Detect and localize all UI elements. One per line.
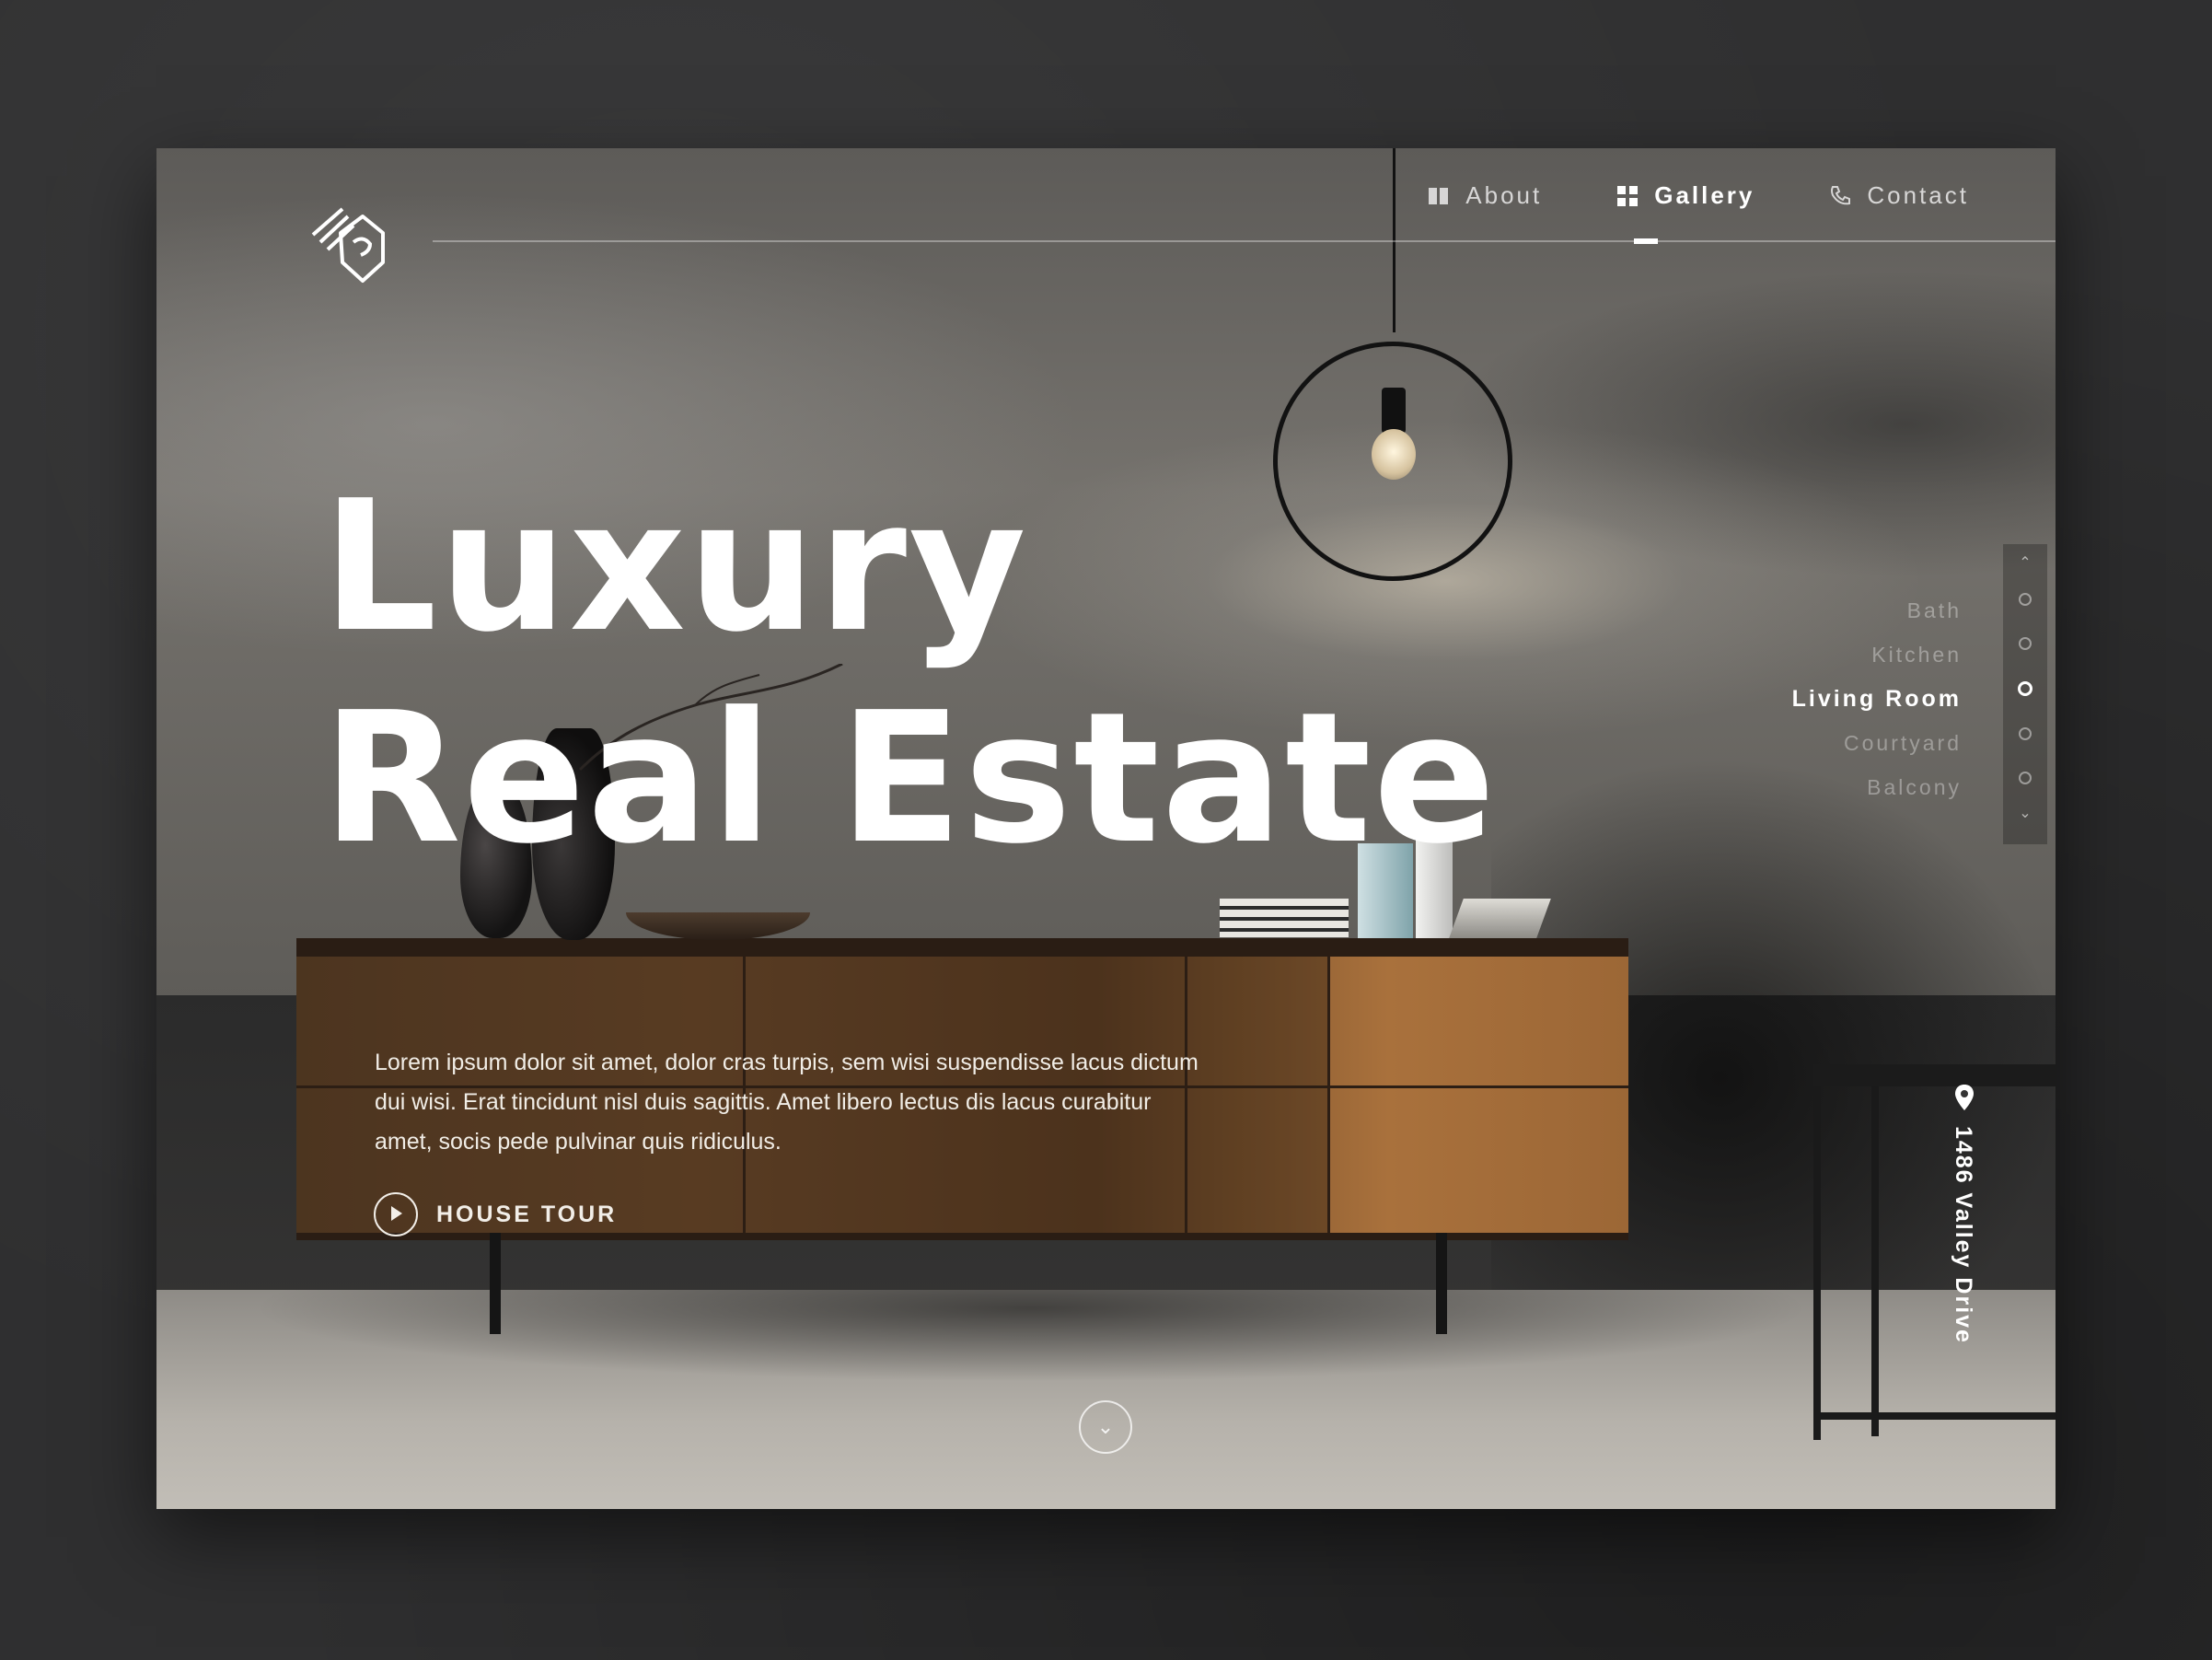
room-list: Bath Kitchen Living Room Courtyard Balco… (1792, 588, 1962, 809)
gallery-grid-icon (1617, 185, 1639, 206)
room-dot[interactable] (2019, 637, 2032, 650)
room-dot[interactable] (2019, 772, 2032, 784)
house-tour-label: HOUSE TOUR (436, 1201, 618, 1227)
hero-frame: About Gallery Contact Luxury Real Estate… (156, 148, 2056, 1509)
side-table (1813, 1064, 2056, 1440)
phone-icon (1831, 185, 1851, 204)
hero-title: Luxury Real Estate (322, 462, 1498, 884)
chevron-down-icon[interactable]: ⌄ (2019, 800, 2031, 828)
sideboard-top (296, 938, 1628, 957)
nav-item-label: Gallery (1654, 181, 1755, 209)
sideboard-leg (1436, 1233, 1447, 1334)
hero-description: Lorem ipsum dolor sit amet, dolor cras t… (375, 1050, 1199, 1155)
room-item-courtyard[interactable]: Courtyard (1792, 721, 1962, 765)
house-tour-button[interactable]: HOUSE TOUR (374, 1192, 617, 1236)
room-item-living-room[interactable]: Living Room (1792, 677, 1962, 721)
nav-item-about[interactable]: About (1427, 181, 1542, 210)
house-logo-icon[interactable] (306, 196, 388, 288)
nav-item-gallery[interactable]: Gallery (1616, 181, 1755, 210)
room-dot[interactable] (2019, 727, 2032, 740)
books (1449, 899, 1551, 938)
books (1220, 899, 1349, 937)
play-icon (374, 1192, 418, 1236)
about-grid-icon (1429, 187, 1449, 204)
chevron-down-icon: ⌄ (1096, 1415, 1115, 1438)
main-nav: About Gallery Contact (1427, 181, 1969, 210)
floor-shadow (249, 1290, 1813, 1382)
room-dot-active[interactable] (2018, 681, 2032, 696)
nav-item-label: About (1465, 181, 1543, 209)
room-item-balcony[interactable]: Balcony (1792, 765, 1962, 809)
room-item-kitchen[interactable]: Kitchen (1792, 633, 1962, 677)
nav-divider (433, 240, 2056, 242)
room-scroller: ⌃ ⌄ (2003, 544, 2047, 844)
scroll-down-button[interactable]: ⌄ (1079, 1400, 1132, 1454)
nav-active-indicator (1634, 238, 1658, 244)
sideboard-leg (490, 1233, 501, 1334)
lamp-socket (1382, 388, 1406, 434)
room-dot[interactable] (2019, 593, 2032, 606)
nav-item-label: Contact (1867, 181, 1969, 209)
address-label: 1486 Valley Drive (1951, 1126, 1976, 1344)
room-item-bath[interactable]: Bath (1792, 588, 1962, 633)
chevron-up-icon[interactable]: ⌃ (2019, 550, 2031, 577)
location-pin-icon (1955, 1085, 1974, 1110)
nav-item-contact[interactable]: Contact (1828, 181, 1969, 210)
